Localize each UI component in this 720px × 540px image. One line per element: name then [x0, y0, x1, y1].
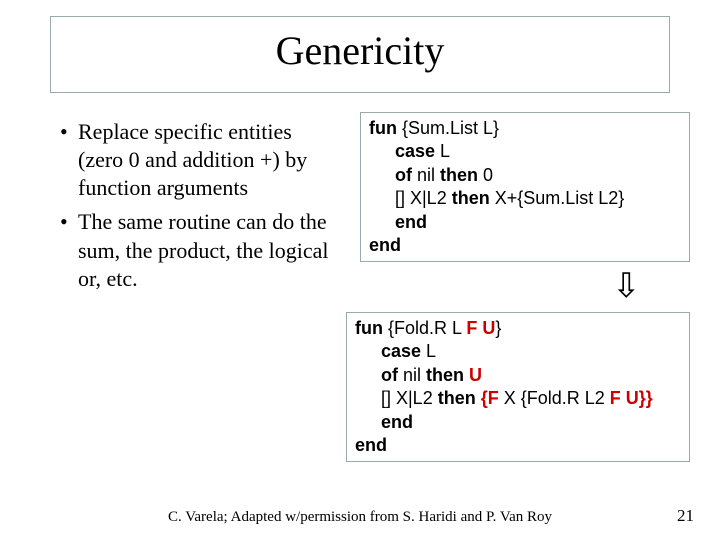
code-text: [] X|L2	[395, 188, 452, 208]
keyword-fun: fun	[355, 318, 383, 338]
keyword-fun: fun	[369, 118, 397, 138]
code-line: case L	[369, 140, 681, 163]
code-text: L	[435, 141, 450, 161]
code-box-sumlist: fun {Sum.List L} case L of nil then 0 []…	[360, 112, 690, 262]
down-arrow-icon: ⇩	[612, 270, 641, 304]
code-text: L	[421, 341, 436, 361]
page-number: 21	[677, 506, 694, 526]
keyword-of: of	[381, 365, 398, 385]
code-text: }	[495, 318, 501, 338]
title-box: Genericity	[50, 16, 670, 93]
code-line: end	[355, 411, 681, 434]
code-highlight: U	[469, 365, 482, 385]
code-highlight: F U	[466, 318, 495, 338]
code-line: fun {Fold.R L F U}	[355, 317, 681, 340]
code-text: X+{Sum.List L2}	[490, 188, 625, 208]
keyword-of: of	[395, 165, 412, 185]
code-line: of nil then 0	[369, 164, 681, 187]
code-text: 0	[478, 165, 493, 185]
code-text: X {Fold.R L2	[499, 388, 610, 408]
code-text: {Fold.R L	[383, 318, 466, 338]
code-line: end	[369, 211, 681, 234]
code-line: end	[355, 434, 681, 457]
bullet-list: Replace specific entities (zero 0 and ad…	[60, 118, 340, 299]
code-text: [] X|L2	[381, 388, 438, 408]
code-text: {Sum.List L}	[397, 118, 499, 138]
code-text: nil	[412, 165, 440, 185]
code-line: fun {Sum.List L}	[369, 117, 681, 140]
slide-title: Genericity	[51, 27, 669, 74]
keyword-then: then	[452, 188, 490, 208]
keyword-end: end	[355, 435, 387, 455]
keyword-case: case	[395, 141, 435, 161]
code-line: case L	[355, 340, 681, 363]
keyword-then: then	[440, 165, 478, 185]
footer-credit: C. Varela; Adapted w/permission from S. …	[0, 509, 720, 526]
bullet-item: Replace specific entities (zero 0 and ad…	[60, 118, 340, 202]
keyword-case: case	[381, 341, 421, 361]
bullet-item: The same routine can do the sum, the pro…	[60, 208, 340, 292]
keyword-end: end	[369, 235, 401, 255]
keyword-then: then	[426, 365, 464, 385]
code-text: nil	[398, 365, 426, 385]
code-line: of nil then U	[355, 364, 681, 387]
code-highlight: {F	[481, 388, 499, 408]
keyword-then: then	[438, 388, 476, 408]
code-box-foldr: fun {Fold.R L F U} case L of nil then U …	[346, 312, 690, 462]
keyword-end: end	[381, 412, 413, 432]
code-line: [] X|L2 then {F X {Fold.R L2 F U}}	[355, 387, 681, 410]
slide: Genericity Replace specific entities (ze…	[0, 0, 720, 540]
code-line: end	[369, 234, 681, 257]
keyword-end: end	[395, 212, 427, 232]
code-line: [] X|L2 then X+{Sum.List L2}	[369, 187, 681, 210]
code-highlight: F U}}	[610, 388, 653, 408]
